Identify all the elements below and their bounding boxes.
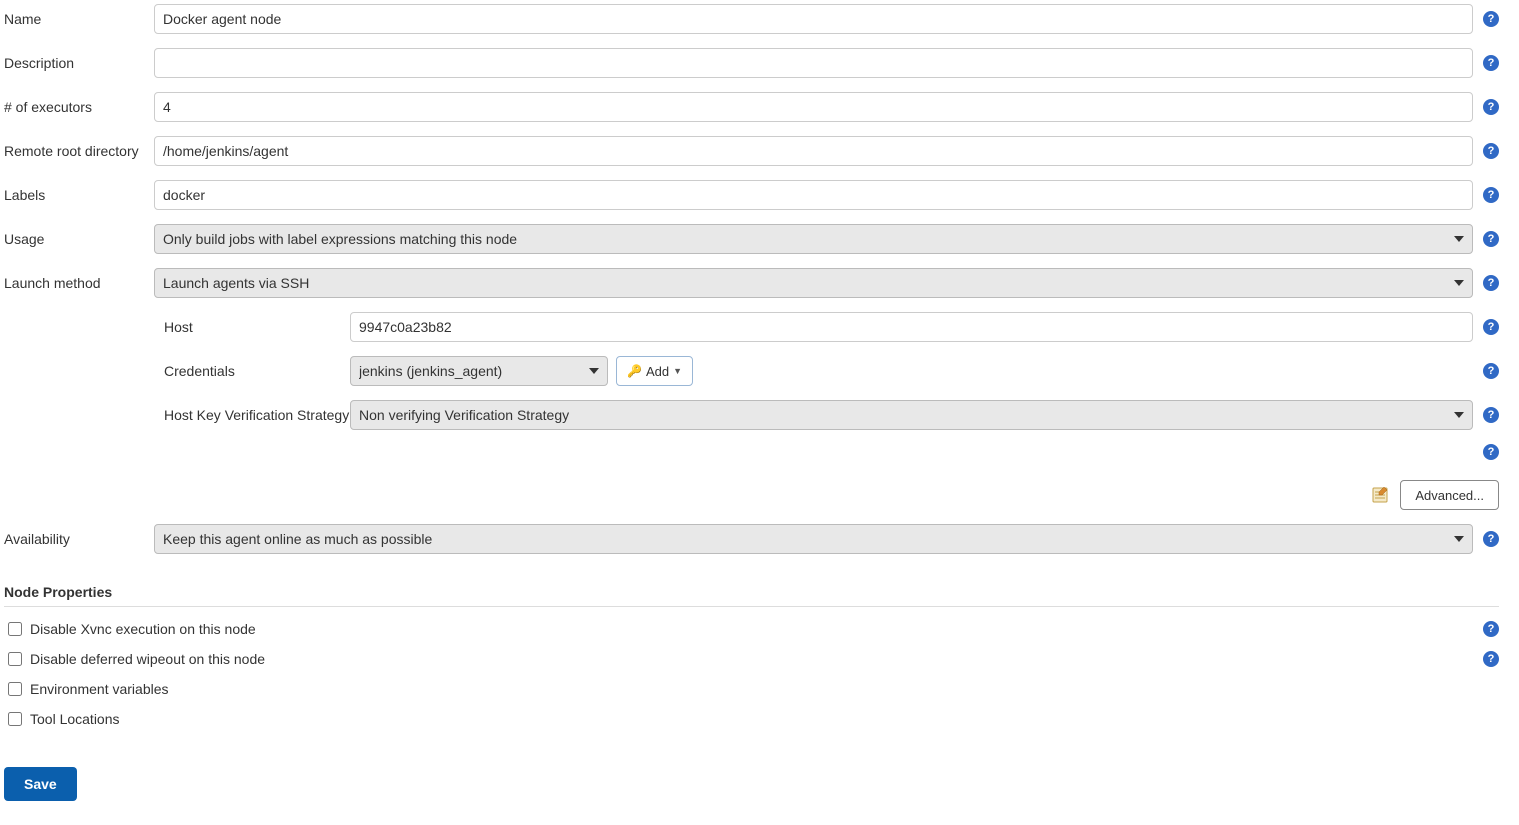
row-name: Name ? [4,4,1499,34]
name-input[interactable] [154,4,1473,34]
host-input[interactable] [350,312,1473,342]
help-icon[interactable]: ? [1483,11,1499,27]
label-credentials: Credentials [154,363,350,379]
help-icon[interactable]: ? [1483,407,1499,423]
ssh-config-block: Host ? Credentials jenkins (jenkins_agen… [154,312,1499,510]
help-icon[interactable]: ? [1483,319,1499,335]
key-icon: 🔑 [627,364,642,378]
label-host-key: Host Key Verification Strategy [154,407,350,423]
usage-select[interactable]: Only build jobs with label expressions m… [154,224,1473,254]
label-host: Host [154,319,350,335]
row-advanced: Advanced... [154,480,1499,510]
row-usage: Usage Only build jobs with label express… [4,224,1499,254]
caret-down-icon: ▼ [673,366,682,376]
executors-input[interactable] [154,92,1473,122]
save-button[interactable]: Save [4,767,77,801]
row-extra-help: ? [154,444,1499,460]
help-icon[interactable]: ? [1483,231,1499,247]
label-launch-method: Launch method [4,268,154,291]
label-name: Name [4,4,154,27]
help-icon[interactable]: ? [1483,651,1499,667]
label-availability: Availability [4,524,154,547]
help-icon[interactable]: ? [1483,363,1499,379]
help-icon[interactable]: ? [1483,444,1499,460]
remote-root-input[interactable] [154,136,1473,166]
checkbox-row-env-vars: Environment variables [4,679,1499,699]
help-icon[interactable]: ? [1483,275,1499,291]
row-host: Host ? [154,312,1499,342]
availability-select[interactable]: Keep this agent online as much as possib… [154,524,1473,554]
add-credentials-button[interactable]: 🔑 Add ▼ [616,356,693,386]
checkbox-disable-wipeout[interactable] [8,652,22,666]
label-labels: Labels [4,180,154,203]
checkbox-label[interactable]: Disable Xvnc execution on this node [30,621,256,637]
label-usage: Usage [4,224,154,247]
node-properties-title: Node Properties [4,584,1499,600]
row-executors: # of executors ? [4,92,1499,122]
checkbox-tool-locations[interactable] [8,712,22,726]
labels-input[interactable] [154,180,1473,210]
help-icon[interactable]: ? [1483,621,1499,637]
row-remote-root: Remote root directory ? [4,136,1499,166]
checkbox-row-disable-xvnc: Disable Xvnc execution on this node ? [4,619,1499,639]
help-icon[interactable]: ? [1483,99,1499,115]
notebook-icon [1370,485,1390,505]
host-key-select[interactable]: Non verifying Verification Strategy [350,400,1473,430]
row-description: Description ? [4,48,1499,78]
checkbox-env-vars[interactable] [8,682,22,696]
help-icon[interactable]: ? [1483,187,1499,203]
advanced-button[interactable]: Advanced... [1400,480,1499,510]
credentials-select[interactable]: jenkins (jenkins_agent) [350,356,608,386]
row-launch-method: Launch method Launch agents via SSH ? [4,268,1499,298]
launch-method-select[interactable]: Launch agents via SSH [154,268,1473,298]
help-icon[interactable]: ? [1483,55,1499,71]
add-label: Add [646,364,669,379]
row-availability: Availability Keep this agent online as m… [4,524,1499,554]
row-labels: Labels ? [4,180,1499,210]
checkbox-label[interactable]: Disable deferred wipeout on this node [30,651,265,667]
checkbox-label[interactable]: Environment variables [30,681,169,697]
checkbox-label[interactable]: Tool Locations [30,711,120,727]
row-host-key: Host Key Verification Strategy Non verif… [154,400,1499,430]
description-input[interactable] [154,48,1473,78]
label-executors: # of executors [4,92,154,115]
row-credentials: Credentials jenkins (jenkins_agent) 🔑 Ad… [154,356,1499,386]
checkbox-disable-xvnc[interactable] [8,622,22,636]
checkbox-row-disable-wipeout: Disable deferred wipeout on this node ? [4,649,1499,669]
help-icon[interactable]: ? [1483,143,1499,159]
help-icon[interactable]: ? [1483,531,1499,547]
label-description: Description [4,48,154,71]
section-divider [4,606,1499,607]
checkbox-row-tool-locations: Tool Locations [4,709,1499,729]
label-remote-root: Remote root directory [4,136,154,159]
